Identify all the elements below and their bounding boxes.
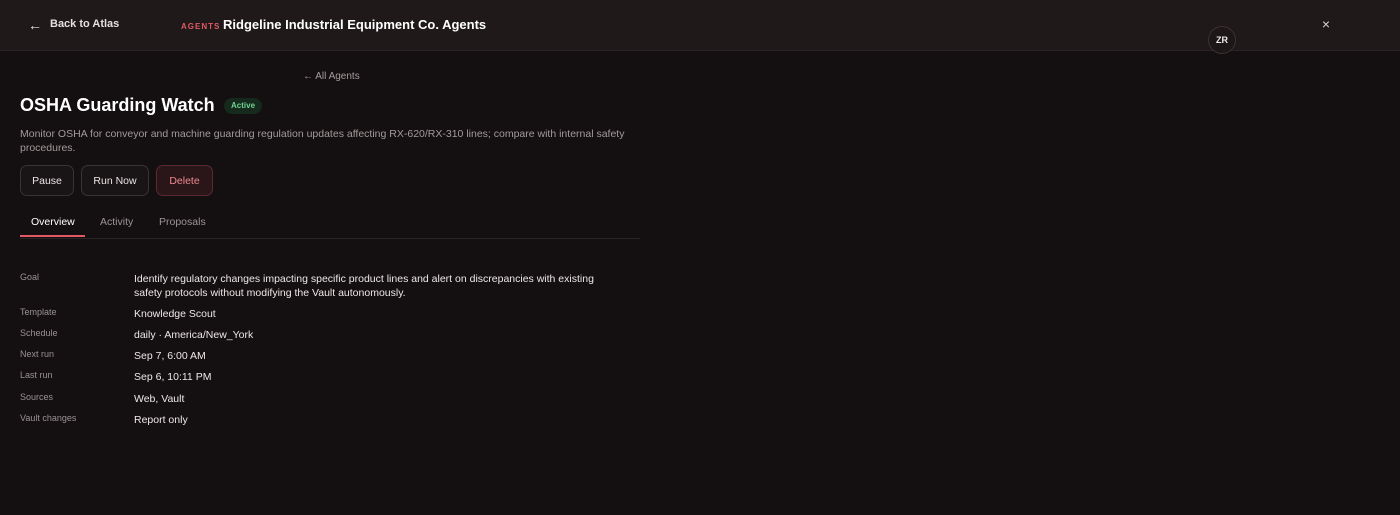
tab-overview[interactable]: Overview	[31, 216, 75, 228]
run-now-button[interactable]: Run Now	[81, 165, 149, 196]
detail-label: Template	[20, 307, 57, 317]
active-tab-indicator	[20, 235, 85, 237]
detail-value: Sep 7, 6:00 AM	[134, 350, 206, 362]
avatar[interactable]: ZR	[1208, 26, 1236, 54]
agent-name: OSHA Guarding Watch	[20, 95, 215, 115]
delete-button[interactable]: Delete	[156, 165, 213, 196]
status-badge: Active	[224, 98, 263, 114]
detail-value: Identify regulatory changes impacting sp…	[134, 273, 594, 299]
detail-value: Sep 6, 10:11 PM	[134, 371, 212, 383]
detail-label: Goal	[20, 272, 40, 282]
top-bar: ← Back to Atlas AGENTS Ridgeline Industr…	[0, 0, 1400, 51]
detail-value: Report only	[134, 414, 188, 426]
detail-label: Sources	[20, 392, 54, 402]
all-agents-link[interactable]: ← All Agents	[303, 71, 360, 82]
arrow-left-icon: ←	[28, 17, 42, 33]
back-to-atlas-link[interactable]: ← Back to Atlas	[28, 17, 120, 33]
detail-label: Vault changes	[20, 413, 77, 423]
tab-proposals[interactable]: Proposals	[159, 216, 206, 228]
tab-bar: Overview Activity Proposals	[20, 207, 640, 239]
detail-label: Last run	[20, 370, 53, 380]
page-title: Ridgeline Industrial Equipment Co. Agent…	[223, 17, 487, 32]
close-icon[interactable]: ×	[1319, 16, 1333, 32]
back-link-label: Back to Atlas	[50, 18, 120, 30]
detail-value: Web, Vault	[134, 393, 185, 405]
detail-label: Schedule	[20, 328, 58, 338]
detail-label: Next run	[20, 349, 55, 359]
pause-button[interactable]: Pause	[20, 165, 74, 196]
detail-value: Knowledge Scout	[134, 308, 216, 320]
agent-description: Monitor OSHA for conveyor and machine gu…	[20, 128, 625, 154]
detail-value: daily · America/New_York	[134, 329, 254, 341]
tab-activity[interactable]: Activity	[100, 216, 133, 228]
section-tag: AGENTS	[181, 22, 221, 31]
